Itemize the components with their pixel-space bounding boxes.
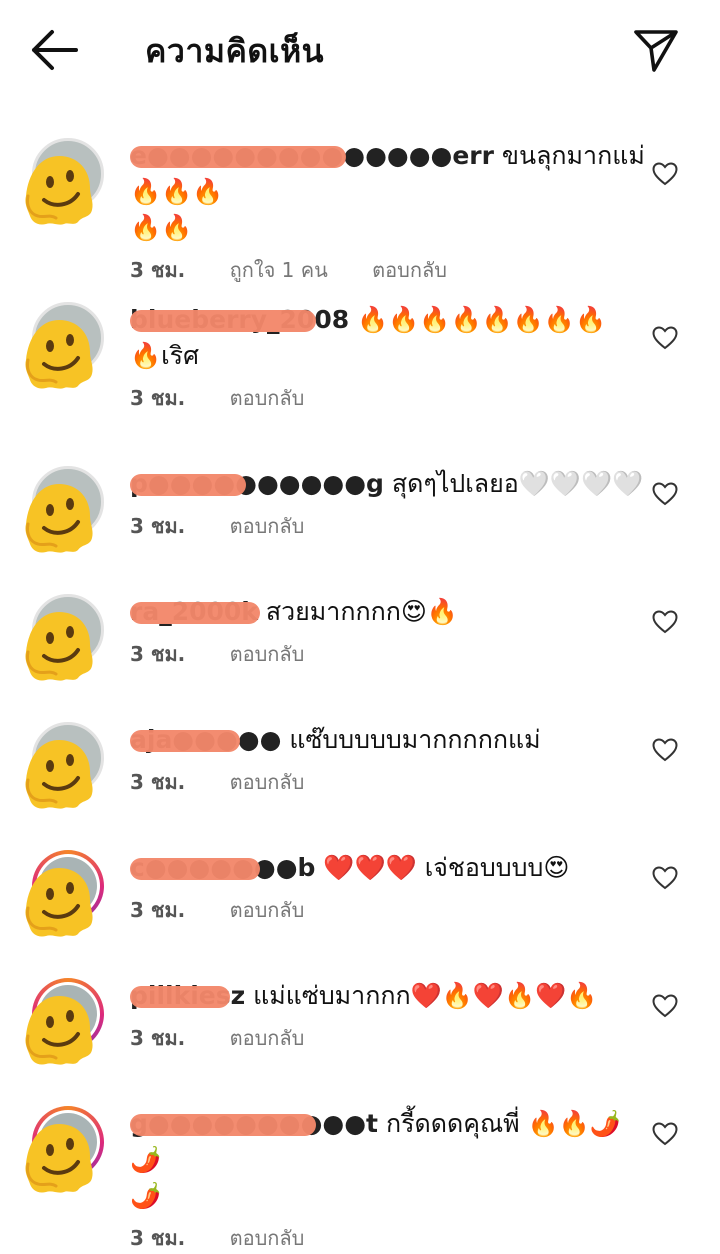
comment-body: แซ๊บบบบบมากกกกกแม่: [289, 725, 541, 754]
avatar[interactable]: [20, 722, 106, 809]
comment-text: ra_2000k สวยมากกกก😍🔥: [130, 594, 650, 630]
comment-body: ❤️❤️❤️ เจ่ชอบบบบ😍: [323, 853, 570, 882]
comment-item: ra_2000k สวยมากกกก😍🔥 3 ชม. ตอบกลับ: [0, 574, 720, 702]
redaction-mark: [130, 602, 260, 624]
comment-username[interactable]: g●●●●●●●●●●t: [130, 1106, 378, 1142]
avatar[interactable]: [20, 594, 106, 681]
redaction-mark: [130, 858, 260, 880]
comment-username[interactable]: ra_2000k: [130, 594, 260, 630]
arrow-left-icon[interactable]: [28, 28, 80, 72]
comment-text: e●●●●●●●●●●●●●●err ขนลุกมากแม่ 🔥🔥🔥 🔥🔥: [130, 138, 650, 246]
comment-text: g●●●●●●●●●●t กรี้ดดดคุณพี่ 🔥🔥🌶️🌶️ 🌶️: [130, 1106, 650, 1214]
comment-text: c●●●●●●●b ❤️❤️❤️ เจ่ชอบบบบ😍: [130, 850, 650, 886]
comment-item: pillkiesz แม่แซ่บมากกก❤️🔥❤️🔥❤️🔥 3 ชม. ตอ…: [0, 958, 720, 1086]
comment-body: สุดๆไปเลยอ🤍🤍🤍🤍: [391, 469, 644, 498]
avatar[interactable]: [20, 1106, 106, 1193]
comment-text: blueberry_2008 🔥🔥🔥🔥🔥🔥🔥🔥 🔥เริศ: [130, 302, 650, 374]
redaction-mark: [130, 474, 246, 496]
comment-item: aja●●●●● แซ๊บบบบบมากกกกกแม่ 3 ชม. ตอบกลั…: [0, 702, 720, 830]
reply-button[interactable]: ตอบกลับ: [230, 1226, 305, 1250]
reply-button[interactable]: ตอบกลับ: [230, 514, 305, 538]
comment-text: p●●●●●●●●●●g สุดๆไปเลยอ🤍🤍🤍🤍: [130, 466, 650, 502]
heart-icon[interactable]: [652, 162, 678, 186]
heart-icon[interactable]: [652, 610, 678, 634]
redaction-mark: [130, 146, 346, 168]
comment-time: 3 ชม.: [130, 386, 186, 410]
reply-button[interactable]: ตอบกลับ: [372, 258, 447, 282]
comment-username[interactable]: e●●●●●●●●●●●●●●err: [130, 138, 494, 174]
comment-username[interactable]: aja●●●●●: [130, 722, 281, 758]
comment-meta: 3 ชม. ตอบกลับ: [130, 1222, 650, 1254]
heart-icon[interactable]: [652, 1122, 678, 1146]
comment-username[interactable]: p●●●●●●●●●●g: [130, 466, 384, 502]
avatar[interactable]: [20, 138, 106, 225]
reply-button[interactable]: ตอบกลับ: [230, 770, 305, 794]
avatar[interactable]: [20, 978, 106, 1065]
reply-button[interactable]: ตอบกลับ: [230, 898, 305, 922]
avatar[interactable]: [20, 466, 106, 553]
comment-item: g●●●●●●●●●●t กรี้ดดดคุณพี่ 🔥🔥🌶️🌶️ 🌶️ 3 ช…: [0, 1086, 720, 1250]
page-title: ความคิดเห็น: [145, 32, 325, 70]
comment-meta: 3 ชม. ตอบกลับ: [130, 766, 650, 798]
comment-item: c●●●●●●●b ❤️❤️❤️ เจ่ชอบบบบ😍 3 ชม. ตอบกลั…: [0, 830, 720, 958]
redaction-mark: [130, 730, 240, 752]
comment-body: สวยมากกกก😍🔥: [265, 597, 459, 626]
comment-time: 3 ชม.: [130, 514, 186, 538]
reply-button[interactable]: ตอบกลับ: [230, 1026, 305, 1050]
avatar[interactable]: [20, 302, 106, 389]
comment-item: p●●●●●●●●●●g สุดๆไปเลยอ🤍🤍🤍🤍 3 ชม. ตอบกลั…: [0, 446, 720, 574]
comment-meta: 3 ชม. ตอบกลับ: [130, 382, 650, 414]
comment-meta: 3 ชม. ตอบกลับ: [130, 638, 650, 670]
heart-icon[interactable]: [652, 482, 678, 506]
comment-meta: 3 ชม. ตอบกลับ: [130, 510, 650, 542]
redaction-mark: [130, 310, 316, 332]
comment-time: 3 ชม.: [130, 898, 186, 922]
reply-button[interactable]: ตอบกลับ: [230, 386, 305, 410]
comment-time: 3 ชม.: [130, 1026, 186, 1050]
comment-item: blueberry_2008 🔥🔥🔥🔥🔥🔥🔥🔥 🔥เริศ 3 ชม. ตอบก…: [0, 282, 720, 446]
comment-time: 3 ชม.: [130, 1226, 186, 1250]
comment-body: แม่แซ่บมากกก❤️🔥❤️🔥❤️🔥: [253, 981, 598, 1010]
comment-username[interactable]: c●●●●●●●b: [130, 850, 315, 886]
heart-icon[interactable]: [652, 866, 678, 890]
heart-icon[interactable]: [652, 994, 678, 1018]
heart-icon[interactable]: [652, 326, 678, 350]
comment-meta: 3 ชม. ตอบกลับ: [130, 894, 650, 926]
redaction-mark: [130, 986, 230, 1008]
header: ความคิดเห็น: [0, 0, 720, 100]
comment-time: 3 ชม.: [130, 770, 186, 794]
comment-username[interactable]: pillkiesz: [130, 978, 245, 1014]
comment-item: e●●●●●●●●●●●●●●err ขนลุกมากแม่ 🔥🔥🔥 🔥🔥 3 …: [0, 118, 720, 282]
comment-text: aja●●●●● แซ๊บบบบบมากกกกกแม่: [130, 722, 650, 758]
heart-icon[interactable]: [652, 738, 678, 762]
comment-text: pillkiesz แม่แซ่บมากกก❤️🔥❤️🔥❤️🔥: [130, 978, 650, 1014]
comment-likes[interactable]: ถูกใจ 1 คน: [230, 258, 328, 282]
avatar[interactable]: [20, 850, 106, 937]
comment-username[interactable]: blueberry_2008: [130, 302, 349, 338]
reply-button[interactable]: ตอบกลับ: [230, 642, 305, 666]
comment-time: 3 ชม.: [130, 258, 186, 282]
redaction-mark: [130, 1114, 316, 1136]
comment-time: 3 ชม.: [130, 642, 186, 666]
send-paper-plane-icon[interactable]: [632, 24, 682, 74]
comment-meta: 3 ชม. ตอบกลับ: [130, 1022, 650, 1054]
